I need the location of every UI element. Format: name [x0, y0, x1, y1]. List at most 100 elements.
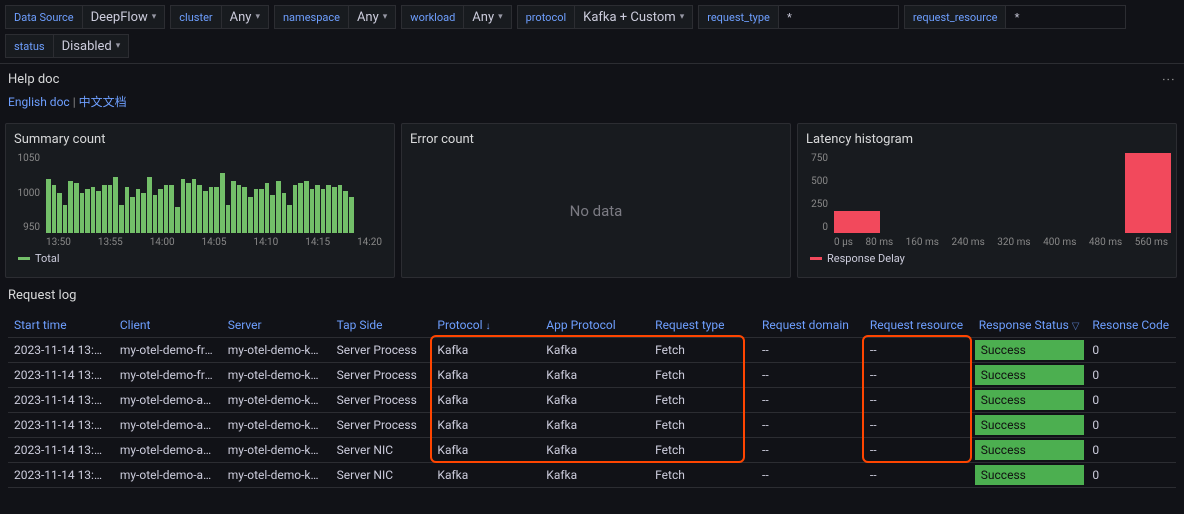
filter-icon[interactable]: ▽ — [1072, 321, 1080, 332]
filter-status[interactable]: status Disabled▾ — [5, 34, 129, 58]
chart-bar — [226, 205, 231, 233]
cell-tap: Server Process — [331, 338, 432, 363]
filter-request-type[interactable]: request_type — [698, 5, 899, 29]
filter-workload[interactable]: workload Any▾ — [401, 5, 511, 29]
table-row[interactable]: 2023-11-14 13:59:...my-otel-demo-ac...my… — [8, 388, 1176, 413]
filter-cluster[interactable]: cluster Any▾ — [170, 5, 269, 29]
chart-bar — [203, 191, 208, 233]
cell-server: my-otel-demo-kaf... — [222, 438, 331, 463]
filter-namespace[interactable]: namespace Any▾ — [274, 5, 396, 29]
cell-req: Fetch — [649, 463, 756, 488]
chart-bar — [209, 187, 214, 233]
cell-dom: -- — [756, 338, 864, 363]
filter-value[interactable]: Disabled▾ — [54, 34, 130, 58]
col-tap-side[interactable]: Tap Side — [331, 313, 432, 338]
col-protocol[interactable]: Protocol ↓ — [431, 313, 540, 338]
cell-server: my-otel-demo-kaf... — [222, 363, 331, 388]
filter-value[interactable]: DeepFlow▾ — [83, 5, 166, 29]
panels-row: Summary count 1050 1000 950 13:50 13:55 … — [0, 118, 1184, 283]
col-response-status[interactable]: Response Status ▽ — [973, 313, 1087, 338]
chart-bar — [91, 187, 96, 233]
y-axis: 750 500 250 0 — [806, 153, 832, 233]
table-row[interactable]: 2023-11-14 13:59:...my-otel-demo-ac...my… — [8, 413, 1176, 438]
panel-title: Error count — [410, 132, 782, 147]
cell-proto: Kafka — [431, 338, 540, 363]
cell-req: Fetch — [649, 363, 756, 388]
filter-label: workload — [401, 5, 464, 29]
chart-bar — [169, 185, 174, 233]
cell-status: Success — [973, 463, 1087, 488]
cell-res: -- — [864, 388, 973, 413]
cell-server: my-otel-demo-kaf... — [222, 463, 331, 488]
col-request-resource[interactable]: Request resource — [864, 313, 973, 338]
chart-bar — [147, 177, 152, 233]
latency-chart[interactable]: 750 500 250 0 0 µs 80 ms 160 ms 240 ms 3… — [806, 153, 1168, 248]
chart-bar — [102, 185, 107, 233]
summary-chart[interactable]: 1050 1000 950 13:50 13:55 14:00 14:05 14… — [14, 153, 386, 248]
bars-container — [46, 153, 382, 233]
filter-input[interactable] — [1006, 5, 1126, 29]
col-server[interactable]: Server — [222, 313, 331, 338]
cell-client: my-otel-demo-ac... — [114, 388, 222, 413]
cell-server: my-otel-demo-kaf... — [222, 338, 331, 363]
chart-bar — [57, 193, 62, 233]
table-header-row: Start time Client Server Tap Side Protoc… — [8, 313, 1176, 338]
english-doc-link[interactable]: English doc — [8, 95, 70, 109]
cell-code: 0 — [1086, 438, 1176, 463]
col-request-domain[interactable]: Request domain — [756, 313, 864, 338]
chevron-down-icon: ▾ — [680, 12, 685, 22]
legend: Total — [14, 252, 386, 265]
filter-value[interactable]: Any▾ — [464, 5, 511, 29]
cell-proto: Kafka — [431, 438, 540, 463]
cell-code: 0 — [1086, 388, 1176, 413]
filter-bar: Data Source DeepFlow▾ cluster Any▾ names… — [0, 0, 1184, 34]
cell-status: Success — [973, 363, 1087, 388]
col-app-protocol[interactable]: App Protocol — [540, 313, 649, 338]
latency-histogram-panel: Latency histogram 750 500 250 0 0 µs 80 … — [797, 123, 1177, 278]
filter-protocol[interactable]: protocol Kafka + Custom▾ — [517, 5, 694, 29]
cell-start: 2023-11-14 13:59:... — [8, 413, 114, 438]
cell-tap: Server Process — [331, 363, 432, 388]
table-row[interactable]: 2023-11-14 13:59:...my-otel-demo-fra...m… — [8, 338, 1176, 363]
cell-code: 0 — [1086, 413, 1176, 438]
filter-value[interactable]: Any▾ — [222, 5, 269, 29]
sort-desc-icon: ↓ — [485, 321, 490, 332]
col-request-type[interactable]: Request type — [649, 313, 756, 338]
cell-proto: Kafka — [431, 363, 540, 388]
table-row[interactable]: 2023-11-14 13:59:...my-otel-demo-ac...my… — [8, 463, 1176, 488]
chart-bar — [153, 195, 158, 233]
chart-bar — [197, 185, 202, 233]
cell-dom: -- — [756, 388, 864, 413]
status-badge: Success — [975, 340, 1085, 360]
chart-bar — [298, 183, 303, 233]
table-row[interactable]: 2023-11-14 13:59:...my-otel-demo-fra...m… — [8, 363, 1176, 388]
cell-app: Kafka — [540, 413, 649, 438]
chart-bar — [310, 189, 315, 233]
chart-bar — [254, 189, 259, 233]
filter-value[interactable]: Any▾ — [349, 5, 396, 29]
filter-label: protocol — [517, 5, 576, 29]
filter-data-source[interactable]: Data Source DeepFlow▾ — [5, 5, 165, 29]
status-badge: Success — [975, 390, 1085, 410]
filter-input[interactable] — [779, 5, 899, 29]
chart-bar — [96, 191, 101, 233]
table-row[interactable]: 2023-11-14 13:59:...my-otel-demo-ac...my… — [8, 438, 1176, 463]
chart-bar — [136, 189, 141, 233]
filter-value[interactable]: Kafka + Custom▾ — [575, 5, 693, 29]
col-client[interactable]: Client — [114, 313, 222, 338]
col-response-code[interactable]: Resonse Code — [1086, 313, 1176, 338]
panel-menu-icon[interactable]: ⋮ — [1157, 70, 1178, 87]
col-start-time[interactable]: Start time — [8, 313, 114, 338]
chart-bar — [287, 205, 292, 233]
x-axis: 13:50 13:55 14:00 14:05 14:10 14:15 14:2… — [46, 237, 382, 248]
filter-request-resource[interactable]: request_resource — [904, 5, 1127, 29]
cell-client: my-otel-demo-ac... — [114, 463, 222, 488]
filter-label: request_resource — [904, 5, 1007, 29]
chart-bar — [46, 179, 51, 233]
cell-dom: -- — [756, 463, 864, 488]
chinese-doc-link[interactable]: 中文文档 — [79, 95, 127, 109]
help-panel: Help doc English doc | 中文文档 ⋮ — [0, 63, 1184, 118]
request-log-panel: Request log Start time Client Server Tap… — [0, 283, 1184, 493]
filter-label: namespace — [274, 5, 349, 29]
chart-bar — [186, 183, 191, 233]
